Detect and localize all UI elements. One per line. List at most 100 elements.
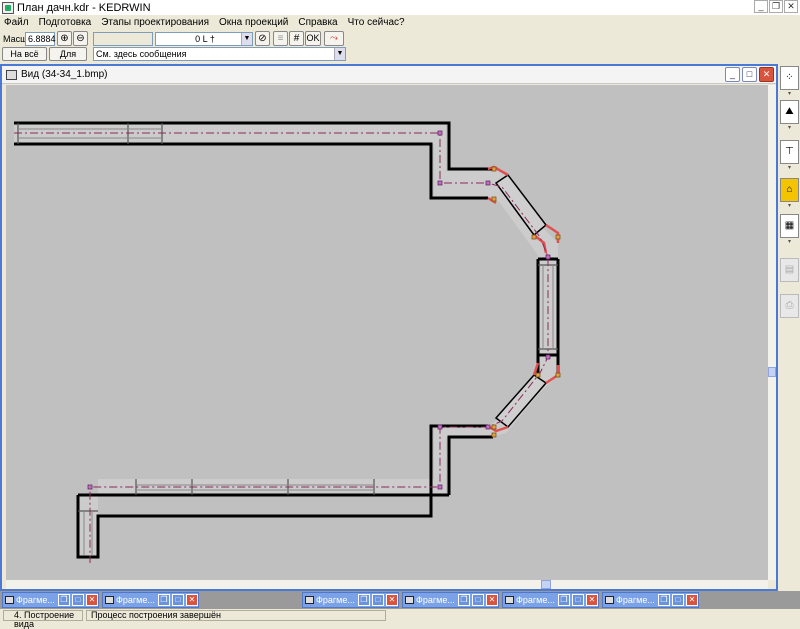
menu-file[interactable]: Файл <box>4 17 29 28</box>
fragment-restore-button[interactable]: ❐ <box>658 594 670 606</box>
app-title: План дачн.kdr - KEDRWIN <box>17 1 151 14</box>
horizontal-scroll-thumb[interactable] <box>541 580 551 589</box>
lines-icon[interactable]: ≡ <box>273 31 288 46</box>
restore-button[interactable]: ❐ <box>769 0 783 13</box>
fragment-close-button[interactable]: ✕ <box>386 594 398 606</box>
fragment-close-button[interactable]: ✕ <box>686 594 698 606</box>
fragment-restore-button[interactable]: ❐ <box>358 594 370 606</box>
vertical-scroll-thumb[interactable] <box>768 367 776 377</box>
texture-tool-icon[interactable]: ▦ <box>780 214 799 238</box>
view-close-button[interactable]: ✕ <box>759 67 774 82</box>
menu-help[interactable]: Справка <box>298 17 337 28</box>
fragment-window-4[interactable]: Фрагме... ❐ □ ✕ <box>402 592 499 608</box>
fragment-icon <box>105 596 114 604</box>
menu-design-stages[interactable]: Этапы проектирования <box>101 17 209 28</box>
view-minimize-button[interactable]: _ <box>725 67 740 82</box>
zoom-out-icon[interactable]: ⊖ <box>73 31 88 46</box>
message-field: См. здесь сообщения ▼ <box>93 47 346 61</box>
route-icon[interactable]: ⤳ <box>324 31 344 46</box>
tool-palette: ⁘ ▾ ⛰ ▾ ⊤ ▾ ⌂ ▾ ▦ ▾ ▤ ⎙ <box>779 64 800 591</box>
document-tool-icon: ▤ <box>780 258 799 282</box>
target-icon[interactable]: ⊘ <box>255 31 270 46</box>
nodes-tool-icon[interactable]: ⁘ <box>780 66 799 90</box>
fragment-maximize-button[interactable]: □ <box>472 594 484 606</box>
fragment-restore-button[interactable]: ❐ <box>558 594 570 606</box>
menu-projection-windows[interactable]: Окна проекций <box>219 17 288 28</box>
palette-separator: ▾ <box>787 165 791 171</box>
fragment-close-button[interactable]: ✕ <box>86 594 98 606</box>
status-bar: 4. Построение вида Процесс построения за… <box>0 610 800 629</box>
fragment-window-2[interactable]: Фрагме... ❐ □ ✕ <box>102 592 199 608</box>
grid-icon[interactable]: # <box>289 31 304 46</box>
fragment-title: Фрагме... <box>116 595 155 605</box>
segment-lower <box>494 374 548 429</box>
toolbar-row-1: Масшт 6.8884 ⊕ ⊖ 0 L † ▼ ⊘ ≡ # OK ⤳ <box>0 31 800 47</box>
view-window-icon <box>6 69 17 80</box>
fragment-icon <box>605 596 614 604</box>
view-window-titlebar: Вид (34-34_1.bmp) _ □ ✕ <box>2 66 776 84</box>
menu-bar: Файл Подготовка Этапы проектирования Окн… <box>0 15 800 30</box>
scale-input[interactable]: 6.8884 <box>25 32 56 46</box>
layer-select[interactable]: 0 L † ▼ <box>155 32 253 46</box>
fragment-restore-button[interactable]: ❐ <box>458 594 470 606</box>
fragment-window-1[interactable]: Фрагме... ❐ □ ✕ <box>2 592 99 608</box>
fragment-window-5[interactable]: Фрагме... ❐ □ ✕ <box>502 592 599 608</box>
fragment-maximize-button[interactable]: □ <box>572 594 584 606</box>
fragment-title: Фрагме... <box>16 595 55 605</box>
status-step: 4. Построение вида <box>3 610 83 629</box>
empty-field <box>93 32 153 46</box>
fragment-icon <box>505 596 514 604</box>
fragment-maximize-button[interactable]: □ <box>372 594 384 606</box>
palette-separator: ▾ <box>787 239 791 245</box>
app-titlebar: План дачн.kdr - KEDRWIN _ ❐ ✕ <box>0 0 800 15</box>
floor-plan-drawing <box>14 121 561 563</box>
for-all-button[interactable]: Для всех <box>49 47 87 71</box>
fragment-restore-button[interactable]: ❐ <box>58 594 70 606</box>
mountain-tool-icon[interactable]: ⛰ <box>780 100 799 124</box>
fragment-restore-button[interactable]: ❐ <box>158 594 170 606</box>
app-icon <box>2 1 14 14</box>
dimension-tool-icon[interactable]: ⊤ <box>780 140 799 164</box>
menu-whats-now[interactable]: Что сейчас? <box>348 17 405 28</box>
fragment-icon <box>405 596 414 604</box>
drawing-canvas[interactable] <box>6 85 768 580</box>
view-window: Вид (34-34_1.bmp) _ □ ✕ <box>0 64 778 591</box>
wall-inner-top <box>14 142 488 200</box>
ok-button[interactable]: OK <box>305 31 321 46</box>
fragment-close-button[interactable]: ✕ <box>586 594 598 606</box>
fragment-close-button[interactable]: ✕ <box>486 594 498 606</box>
view-maximize-button[interactable]: □ <box>742 67 757 82</box>
view-window-title: Вид (34-34_1.bmp) <box>21 69 108 80</box>
fragment-maximize-button[interactable]: □ <box>672 594 684 606</box>
corridor-fill <box>14 123 558 557</box>
window-controls: _ ❐ ✕ <box>754 0 798 13</box>
fragment-maximize-button[interactable]: □ <box>172 594 184 606</box>
fragment-close-button[interactable]: ✕ <box>186 594 198 606</box>
zoom-in-icon[interactable]: ⊕ <box>57 31 72 46</box>
fragment-window-6[interactable]: Фрагме... ❐ □ ✕ <box>602 592 699 608</box>
palette-separator: ▾ <box>787 125 791 131</box>
fragment-title: Фрагме... <box>616 595 655 605</box>
view-window-controls: _ □ ✕ <box>725 67 774 82</box>
palette-separator: ▾ <box>787 203 791 209</box>
chevron-down-icon[interactable]: ▼ <box>334 48 345 60</box>
wall-outer-bottom <box>447 435 493 495</box>
fragment-title: Фрагме... <box>516 595 555 605</box>
fragment-title: Фрагме... <box>316 595 355 605</box>
fragment-icon <box>305 596 314 604</box>
vertical-scrollbar[interactable] <box>768 85 776 580</box>
minimize-button[interactable]: _ <box>754 0 768 13</box>
fit-window-button[interactable]: На всё окно <box>2 47 47 71</box>
horizontal-scrollbar[interactable] <box>6 580 768 589</box>
toolbar-row-2: На всё окно Для всех См. здесь сообщения… <box>0 47 800 71</box>
fragment-maximize-button[interactable]: □ <box>72 594 84 606</box>
palette-separator: ▾ <box>787 91 791 97</box>
menu-prepare[interactable]: Подготовка <box>39 17 92 28</box>
chevron-down-icon[interactable]: ▼ <box>241 33 252 45</box>
minimized-windows-area: Фрагме... ❐ □ ✕ Фрагме... ❐ □ ✕ Фрагме..… <box>0 591 800 609</box>
close-button[interactable]: ✕ <box>784 0 798 13</box>
print-tool-icon: ⎙ <box>780 294 799 318</box>
fragment-window-3[interactable]: Фрагме... ❐ □ ✕ <box>302 592 399 608</box>
building-tool-icon[interactable]: ⌂ <box>780 178 799 202</box>
fragment-icon <box>5 596 14 604</box>
